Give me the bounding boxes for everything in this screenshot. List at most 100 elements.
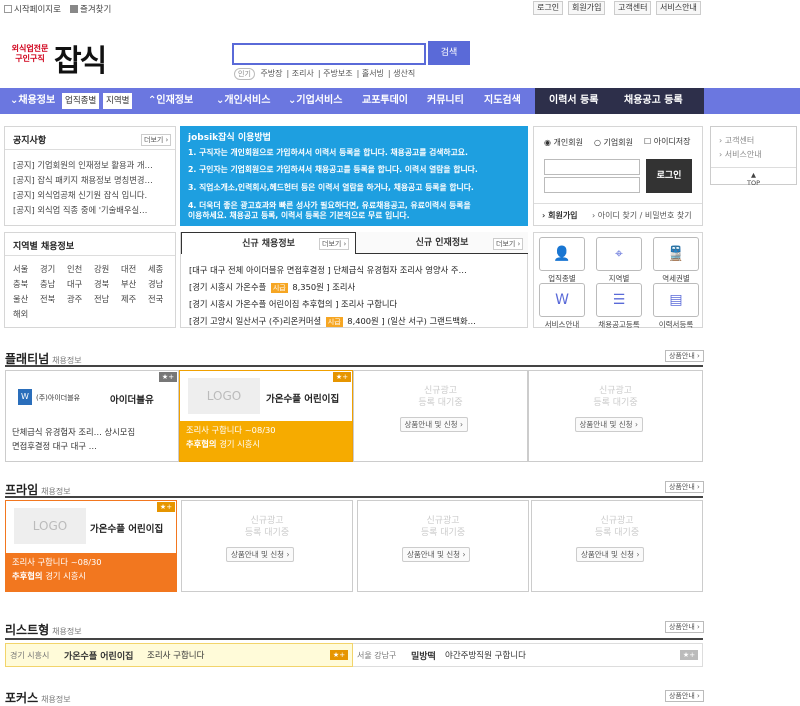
region-link[interactable]: 광주 [67,293,82,305]
keyword-link[interactable]: 주방보조 [323,69,352,78]
platinum-card[interactable]: ★+ LOGO 가온수플 어린이집 조리사 구합니다 ~08/30 추후협의 경… [179,370,353,462]
region-link[interactable]: 전남 [94,293,109,305]
icon-label[interactable]: 채용공고등록 [591,319,647,330]
apply-goods-button[interactable]: 상품안내 및 신청 › [402,547,471,562]
region-link[interactable]: 대전 [121,263,136,275]
monitor-icon[interactable]: W [539,283,585,317]
job-list-item[interactable]: [경기 고양시 일산서구 (주)리온커머셜 시급 8,400원 ] (일산 서구… [189,315,525,327]
empty-ad-text: 신규광고 [250,516,284,526]
keyword-link[interactable]: 주방장 [260,69,282,78]
region-link[interactable]: 대구 [67,278,82,290]
nav-jobs[interactable]: ⌄채용정보 [10,88,55,114]
region-link[interactable]: 충북 [13,278,28,290]
talent-more-button[interactable]: 더보기 › [493,238,524,250]
list-goods-button[interactable]: 상품안내 › [665,621,704,633]
top-signup-button[interactable]: 회원가입 [568,1,606,15]
keyword-link[interactable]: 조리사 [292,69,314,78]
empty-ad-text: 등록 대기중 [244,528,290,538]
nav-gyopo[interactable]: 교포투데이 [362,88,408,114]
card-info: 조리사 구합니다 ~08/30 추후협의 경기 시흥시 [6,553,176,591]
notice-item[interactable]: [공지] 외식업 직종 중에 '기술배우실… [13,204,173,216]
icon-label[interactable]: 이력서등록 [648,319,704,330]
job-list-item[interactable]: [경기 시흥시 가온수플 어린이집 추후협의 ] 조리사 구합니다 [189,298,525,310]
region-link[interactable]: 인천 [67,263,82,275]
job-list-item[interactable]: [경기 시흥시 가온수플 시급 8,350원 ] 조리사 [189,281,525,293]
region-link[interactable]: 해외 [13,308,28,320]
icon-label[interactable]: 서비스안내 [534,319,590,330]
search-input[interactable] [232,43,426,65]
list-row[interactable]: 서울 강남구 밀방떡 야간주방직원 구합니다 ★+ [353,643,703,667]
notice-item[interactable]: [공지] 잡식 패키지 채용정보 명칭변경… [13,174,173,186]
region-link[interactable]: 울산 [13,293,28,305]
join-link[interactable]: › 회원가입 [542,210,578,221]
region-link[interactable]: 서울 [13,263,28,275]
empty-ad-text: 신규광고 [600,516,634,526]
region-link[interactable]: 강원 [94,263,109,275]
password-field[interactable] [544,177,640,193]
region-link[interactable]: 부산 [121,278,136,290]
apply-goods-button[interactable]: 상품안내 및 신청 › [226,547,295,562]
job-list-item[interactable]: [대구 대구 전체 아이더블유 면접후결정 ] 단체급식 유경험자 조리사 영양… [189,264,525,276]
top-button[interactable]: ▲ TOP [711,171,796,187]
region-link[interactable]: 전국 [148,293,163,305]
prime-goods-button[interactable]: 상품안내 › [665,481,704,493]
region-link[interactable]: 경남 [148,278,163,290]
top-service-button[interactable]: 서비스안내 [656,1,701,15]
focus-goods-button[interactable]: 상품안내 › [665,690,704,702]
guide-line: 3. 직업소개소,인력회사,헤드헌터 등은 이력서 열람을 하거나, 채용공고 … [188,183,474,192]
apply-goods-button[interactable]: 상품안내 및 신청 › [574,417,643,432]
notice-item[interactable]: [공지] 외식업공채 신기원 잡식 입니다. [13,189,173,201]
train-icon[interactable]: 🚆 [653,237,699,271]
resume-register-button[interactable]: 이력서 등록 [549,88,598,114]
nav-register-area: 이력서 등록 채용공고 등록 [535,88,704,114]
platinum-goods-button[interactable]: 상품안내 › [665,350,704,362]
region-link[interactable]: 제주 [121,293,136,305]
site-logo[interactable]: 외식업전문 구인구직 잡식 [8,38,108,79]
top-support-button[interactable]: 고객센터 [614,1,652,15]
user-id-field[interactable] [544,159,640,175]
login-button[interactable]: 로그인 [646,159,692,193]
company-member-radio[interactable]: ○ 기업회원 [594,137,633,148]
jobs-more-button[interactable]: 더보기 › [319,238,350,250]
job-post-register-button[interactable]: 채용공고 등록 [624,88,683,114]
notice-more-button[interactable]: 더보기 › [141,134,172,146]
nav-personal[interactable]: ⌄개인서비스 [216,88,270,114]
list-row[interactable]: 경기 시흥시 가온수플 어린이집 조리사 구합니다 ★+ [5,643,353,667]
side-support-link[interactable]: › 고객센터 [719,135,754,146]
region-link[interactable]: 경북 [94,278,109,290]
person-icon[interactable]: 👤 [539,237,585,271]
nav-community[interactable]: 커뮤니티 [427,88,464,114]
region-link[interactable]: 충남 [40,278,55,290]
company-brand: (주)아이더블유 [36,394,81,402]
nav-company[interactable]: ⌄기업서비스 [288,88,342,114]
notice-item[interactable]: [공지] 기업회원의 인재정보 활용과 개… [13,159,173,171]
bookmark-link[interactable]: 즐겨찾기 [70,3,111,15]
prime-card[interactable]: ★+ LOGO 가온수플 어린이집 조리사 구합니다 ~08/30 추후협의 경… [5,500,177,592]
keyword-link[interactable]: 생산직 [393,69,415,78]
top-utility-bar: 시작페이지로 즐겨찾기 로그인 회원가입 고객센터 서비스안내 [0,0,800,17]
search-button[interactable]: 검색 [428,41,470,65]
top-login-button[interactable]: 로그인 [533,1,564,15]
map-icon[interactable]: ⌖ [596,237,642,271]
resume-icon[interactable]: ▤ [653,283,699,317]
personal-member-radio[interactable]: ◉ 개인회원 [544,137,583,148]
find-account-link[interactable]: › 아이디 찾기 / 비밀번호 찾기 [592,210,692,221]
side-service-link[interactable]: › 서비스안내 [719,149,762,160]
nav-talent[interactable]: ⌃인재정보 [148,88,193,114]
keyword-link[interactable]: 홀서빙 [362,69,384,78]
nav-sub-region[interactable]: 지역별 [103,93,133,109]
nav-map-search[interactable]: 지도검색 [484,88,521,114]
apply-goods-button[interactable]: 상품안내 및 신청 › [576,547,645,562]
apply-goods-button[interactable]: 상품안내 및 신청 › [399,417,468,432]
nav-sub-industry[interactable]: 업직종별 [62,93,100,109]
start-page-link[interactable]: 시작페이지로 [4,3,61,15]
region-link[interactable]: 세종 [148,263,163,275]
region-link[interactable]: 전북 [40,293,55,305]
region-link[interactable]: 경기 [40,263,55,275]
guide-line: 이용하세요. 채용공고 등록, 이력서 등록은 기본적으로 무료 입니다. [188,211,410,220]
save-id-checkbox[interactable]: ☐ 아이디저장 [644,136,691,147]
document-icon[interactable]: ☰ [596,283,642,317]
list-region: 경기 시흥시 [10,651,50,660]
empty-ad-slot: 신규광고 등록 대기중 상품안내 및 신청 › [531,500,703,592]
platinum-card[interactable]: ★+ W (주)아이더블유 아이더블유 단체급식 유경험자 조리… 상시모집 면… [5,370,179,462]
